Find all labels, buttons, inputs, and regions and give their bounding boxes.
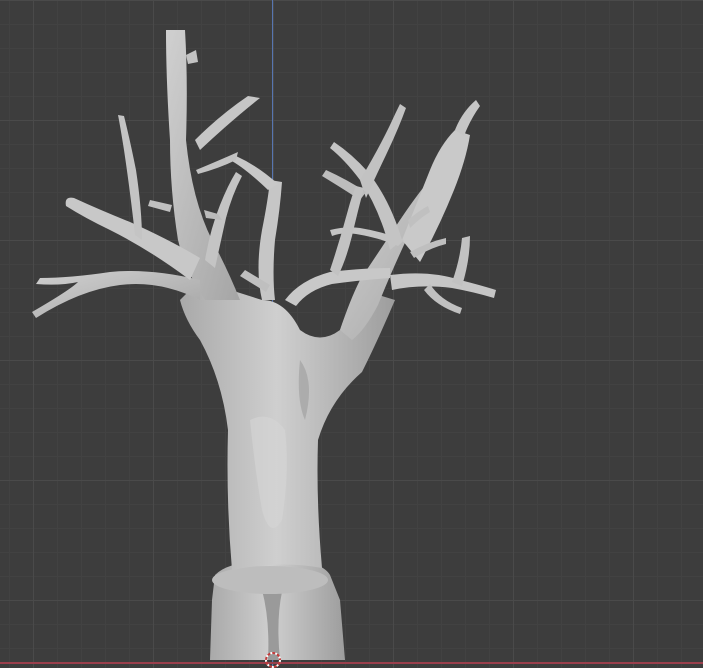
tree-branch-left (32, 271, 200, 318)
3d-cursor-icon[interactable] (263, 650, 283, 668)
3d-viewport[interactable] (0, 0, 703, 668)
tree-mesh[interactable] (0, 0, 703, 668)
